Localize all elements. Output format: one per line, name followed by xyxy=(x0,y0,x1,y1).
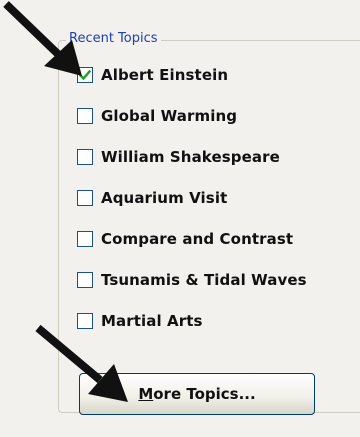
topic-checkbox-tsunamis-tidal-waves[interactable]: Tsunamis & Tidal Waves xyxy=(77,269,347,291)
more-topics-label: ore Topics... xyxy=(153,385,256,403)
more-topics-mnemonic: M xyxy=(138,385,154,403)
topic-label: Tsunamis & Tidal Waves xyxy=(101,271,307,289)
checkbox-box[interactable] xyxy=(77,231,93,247)
topic-label: William Shakespeare xyxy=(101,148,280,166)
topic-label: Compare and Contrast xyxy=(101,230,294,248)
topic-checkbox-aquarium-visit[interactable]: Aquarium Visit xyxy=(77,187,347,209)
topic-checkbox-compare-and-contrast[interactable]: Compare and Contrast xyxy=(77,228,347,250)
arrow-pointer-icon xyxy=(35,324,128,402)
arrow-pointer-icon xyxy=(3,1,82,76)
checkbox-box[interactable] xyxy=(77,190,93,206)
topic-label: Global Warming xyxy=(101,107,238,125)
checkbox-box[interactable] xyxy=(77,108,93,124)
topic-label: Albert Einstein xyxy=(101,66,229,84)
topic-checkbox-albert-einstein[interactable]: Albert Einstein xyxy=(77,64,347,86)
checkbox-box[interactable] xyxy=(77,149,93,165)
topic-checkbox-global-warming[interactable]: Global Warming xyxy=(77,105,347,127)
topic-label: Aquarium Visit xyxy=(101,189,228,207)
topic-checkbox-william-shakespeare[interactable]: William Shakespeare xyxy=(77,146,347,168)
checkbox-box[interactable] xyxy=(77,272,93,288)
